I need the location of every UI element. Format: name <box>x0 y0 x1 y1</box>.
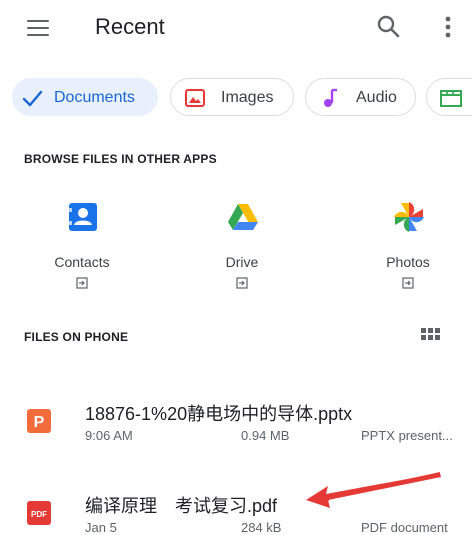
more-vert-icon[interactable] <box>438 12 458 42</box>
pptx-file-icon: P <box>26 408 52 434</box>
page-title: Recent <box>95 14 165 39</box>
app-contacts[interactable]: Contacts <box>22 192 142 292</box>
chip-images[interactable]: Images <box>170 78 294 116</box>
files-section-header: FILES ON PHONE <box>24 330 129 344</box>
music-note-icon <box>318 87 340 109</box>
drive-icon <box>226 200 260 234</box>
check-icon <box>21 87 43 109</box>
image-icon <box>184 87 206 109</box>
app-label: Contacts <box>54 254 110 270</box>
app-label: Drive <box>225 254 259 270</box>
chip-label: Audio <box>356 89 397 106</box>
chip-audio[interactable]: Audio <box>305 78 416 116</box>
file-row[interactable]: P 18876-1%20静电场中的导体.pptx 9:06 AM 0.94 MB… <box>0 396 472 456</box>
filter-chips: Documents Images Audio <box>0 76 472 120</box>
chip-documents[interactable]: Documents <box>12 78 158 116</box>
file-date: Jan 5 <box>85 520 117 535</box>
open-external-icon <box>402 276 414 289</box>
file-name: 18876-1%20静电场中的导体.pptx <box>85 404 353 424</box>
chip-videos[interactable] <box>426 78 472 116</box>
file-size: 0.94 MB <box>241 428 290 443</box>
contacts-icon <box>66 200 100 234</box>
annotation-arrow <box>300 470 450 510</box>
hamburger-menu-icon[interactable] <box>24 14 52 42</box>
grid-view-icon[interactable] <box>420 326 442 348</box>
file-name: 编译原理 考试复习.pdf <box>85 496 278 516</box>
app-drive[interactable]: Drive <box>182 192 302 292</box>
photos-icon <box>392 200 426 234</box>
video-icon <box>439 87 462 109</box>
top-app-bar: Recent <box>0 0 472 56</box>
file-date: 9:06 AM <box>85 428 133 443</box>
svg-text:P: P <box>34 414 45 431</box>
files-app: Recent Documents Images Audio BROWSE FIL… <box>0 0 472 535</box>
file-size: 284 kB <box>241 520 282 535</box>
app-photos[interactable]: Photos <box>348 192 468 292</box>
pdf-file-icon: PDF <box>26 500 52 526</box>
open-external-icon <box>76 276 88 289</box>
file-type: PDF document <box>361 520 448 535</box>
chip-label: Images <box>221 89 274 106</box>
browse-section-header: BROWSE FILES IN OTHER APPS <box>24 152 217 166</box>
file-type: PPTX present... <box>361 428 453 443</box>
svg-text:PDF: PDF <box>31 510 47 519</box>
app-label: Photos <box>386 254 430 270</box>
search-icon[interactable] <box>374 12 404 42</box>
open-external-icon <box>236 276 248 289</box>
chip-label: Documents <box>54 89 135 106</box>
